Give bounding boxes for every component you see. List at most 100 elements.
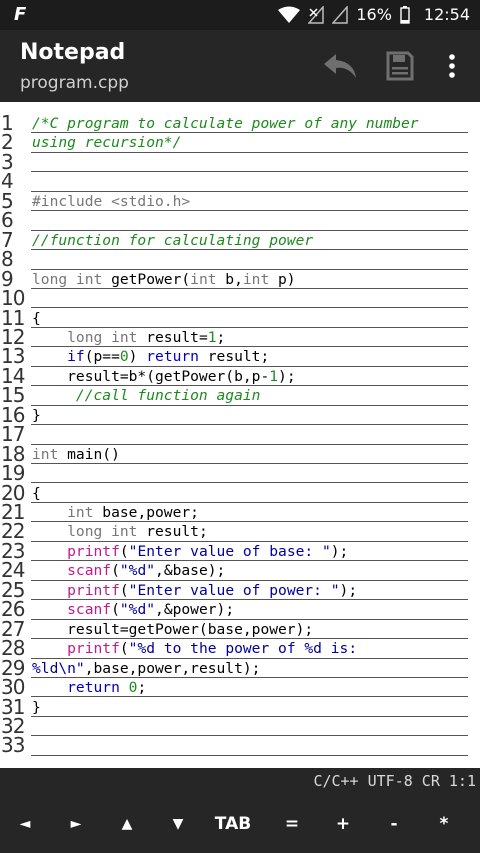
code-token: //function for calculating power	[32, 231, 314, 249]
undo-button[interactable]	[318, 44, 362, 88]
code-token: ;	[137, 679, 147, 697]
code-line[interactable]: 16}	[0, 405, 480, 426]
code-token: (	[111, 601, 120, 619]
app-title: Notepad	[20, 40, 126, 65]
code-line[interactable]: 12 long int result=1;	[0, 327, 480, 348]
code-token: 1	[207, 328, 217, 346]
code-line[interactable]: 3	[0, 152, 480, 173]
code-token: return	[146, 348, 199, 366]
code-token: );	[339, 581, 358, 599]
right-arrow-key[interactable]: ►	[51, 794, 101, 853]
code-line[interactable]: 10	[0, 288, 480, 309]
code-line[interactable]: 14 result=b*(getPower(b,p-1);	[0, 366, 480, 387]
notification-glyph: F	[14, 4, 27, 25]
code-line[interactable]: 13 if(p==0) return result;	[0, 346, 480, 367]
code-line[interactable]: 20{	[0, 483, 480, 503]
code-token: printf	[32, 542, 120, 560]
code-text: }	[32, 407, 41, 425]
code-line[interactable]: 9 long int getPower(int b,int p)	[0, 269, 480, 289]
up-arrow-key[interactable]: ▲	[102, 794, 152, 853]
code-text: long int getPower(int b,int p)	[32, 271, 296, 289]
code-token: scanf	[32, 601, 112, 619]
code-line[interactable]: 27 result=getPower(base,power);	[0, 619, 480, 640]
code-text: int main()	[32, 446, 120, 464]
code-token: ,&power);	[155, 601, 235, 619]
code-line[interactable]: 28 printf("%d to the power of %d is:	[0, 638, 480, 659]
code-line[interactable]: 6	[0, 210, 480, 231]
code-text: result=b*(getPower(b,p-1);	[32, 367, 295, 386]
code-line[interactable]: 23 printf("Enter value of base: ");	[0, 541, 480, 562]
code-line[interactable]: 2 using recursion*/	[0, 132, 480, 153]
code-token: scanf	[32, 562, 112, 580]
code-line[interactable]: 21 int base,power;	[0, 502, 480, 523]
app-bar: Notepad program.cpp	[0, 30, 480, 102]
code-line[interactable]: 19	[0, 463, 480, 484]
code-text: {	[32, 485, 41, 503]
code-line[interactable]: 32	[0, 716, 480, 737]
code-token: )	[128, 348, 147, 366]
code-token: result;	[198, 348, 270, 366]
code-text: }	[32, 699, 41, 717]
code-token: result;	[146, 523, 208, 541]
down-arrow-key[interactable]: ▼	[153, 794, 203, 853]
code-text: long int result=1;	[32, 329, 225, 347]
code-line[interactable]: 31}	[0, 697, 480, 717]
code-token: (	[111, 562, 120, 580]
code-token: "%d to the power of %d is:	[128, 640, 358, 658]
code-line[interactable]: 33	[0, 733, 480, 758]
code-line[interactable]: 5 #include <stdio.h>	[0, 191, 480, 212]
editor-status-line: C/C++ UTF-8 CR 1:1	[0, 768, 480, 794]
code-line[interactable]: 17	[0, 424, 480, 445]
save-button[interactable]	[378, 44, 422, 88]
code-line[interactable]: 25 printf("Enter value of power: ");	[0, 580, 480, 601]
code-text: //call function again	[32, 387, 261, 405]
code-line[interactable]: 4	[0, 171, 480, 192]
code-token: 1	[269, 367, 279, 385]
overflow-menu-icon	[449, 54, 455, 78]
code-token: result=b*(getPower(b,p-	[32, 367, 270, 385]
code-text: {	[32, 310, 41, 328]
minus-key[interactable]: -	[369, 794, 419, 853]
code-token: if	[32, 348, 85, 366]
code-token: );	[330, 542, 349, 560]
code-token: ;	[216, 328, 226, 346]
code-token: result=	[146, 328, 208, 346]
code-line[interactable]: 15 //call function again	[0, 385, 480, 406]
code-token: "Enter value of power: "	[128, 581, 340, 599]
code-line[interactable]: 11{	[0, 308, 480, 328]
code-line[interactable]: 30 return 0;	[0, 677, 480, 698]
code-text: int base,power;	[32, 504, 199, 522]
code-token: (	[119, 581, 129, 599]
code-text: scanf("%d",&base);	[32, 562, 225, 580]
code-line[interactable]: 1/*C program to calculate power of any n…	[0, 113, 480, 134]
code-token: }	[32, 698, 41, 716]
plus-key[interactable]: +	[318, 794, 368, 853]
left-arrow-key[interactable]: ◄	[0, 794, 50, 853]
code-line[interactable]: 8	[0, 249, 480, 270]
code-editor[interactable]: 1 /*C program to calculate power of any n…	[0, 102, 480, 768]
wifi-icon	[278, 6, 301, 23]
code-token: (	[119, 542, 129, 560]
overflow-menu-button[interactable]	[430, 44, 474, 88]
code-token: long int	[32, 328, 147, 346]
file-name: program.cpp	[20, 73, 129, 93]
code-line[interactable]: 24 scanf("%d",&base);	[0, 560, 480, 581]
code-token: printf	[32, 581, 120, 599]
code-line[interactable]: 7//function for calculating power	[0, 230, 480, 251]
equals-key[interactable]: =	[267, 794, 317, 853]
code-text: scanf("%d",&power);	[32, 601, 234, 619]
code-line[interactable]: 26 scanf("%d",&power);	[0, 599, 480, 620]
asterisk-key[interactable]: *	[419, 794, 469, 853]
tab-key[interactable]: TAB	[208, 794, 258, 853]
code-token: %ld\n"	[32, 659, 85, 677]
code-line[interactable]: 22 long int result;	[0, 521, 480, 542]
code-token: {	[32, 484, 41, 502]
code-line[interactable]: 18 int main()	[0, 444, 480, 465]
code-text: //function for calculating power	[32, 232, 313, 250]
code-line[interactable]: 29 %ld\n",base,power,result);	[0, 658, 480, 678]
code-token: }	[32, 406, 41, 424]
code-token: result=getPower(base,power);	[32, 620, 314, 638]
code-text: long int result;	[32, 523, 208, 541]
line-number: 33	[1, 733, 25, 758]
